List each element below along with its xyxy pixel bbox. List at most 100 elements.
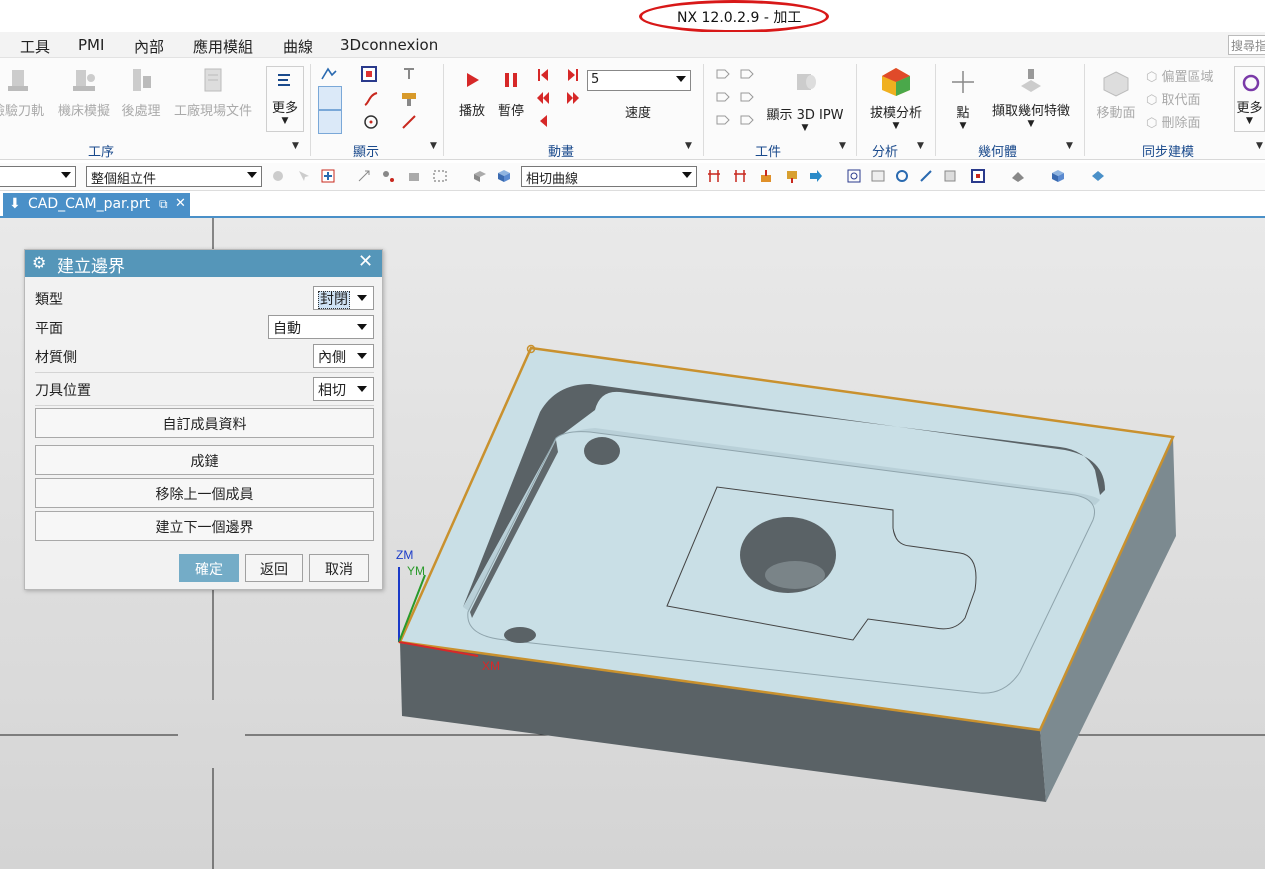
selection-scope-combo[interactable]: 整個組立件 xyxy=(86,166,262,187)
play-button[interactable]: 播放 xyxy=(455,70,489,119)
type-filter-combo[interactable] xyxy=(0,166,76,187)
show-3d-ipw-button[interactable]: 顯示 3D IPW ▼ xyxy=(762,68,848,133)
offset-region-button[interactable]: ⬡ 偏置區域 xyxy=(1146,66,1226,85)
plane-select[interactable]: 自動 xyxy=(268,315,374,339)
type-select[interactable]: 封閉 xyxy=(313,286,374,310)
menu-applications[interactable]: 應用模組 xyxy=(193,36,253,57)
hole-top xyxy=(584,437,620,465)
move-face-button[interactable]: 移動面 xyxy=(1092,68,1140,121)
snap-icon[interactable] xyxy=(270,168,286,184)
follow-fillet-icon[interactable] xyxy=(732,168,748,184)
replace-face-button[interactable]: ⬡ 取代面 xyxy=(1146,89,1226,108)
solid-icon[interactable] xyxy=(496,168,512,184)
display-tool-icon[interactable] xyxy=(400,65,418,83)
body-icon[interactable] xyxy=(472,168,488,184)
curve-rule-combo[interactable]: 相切曲線 xyxy=(521,166,697,187)
verify-toolpath-button[interactable]: 檢驗刀軌 xyxy=(0,66,46,119)
chevron-down-icon xyxy=(357,353,367,359)
speed-combo[interactable]: 5 xyxy=(587,70,691,91)
vector-icon[interactable] xyxy=(400,113,418,131)
tool-position-select[interactable]: 相切 xyxy=(313,377,374,401)
workpiece-icon-2[interactable] xyxy=(738,65,756,83)
chevron-down-icon[interactable]: ▼ xyxy=(917,141,924,151)
workpiece-icon-5[interactable] xyxy=(714,111,732,129)
menu-internal[interactable]: 內部 xyxy=(134,36,164,57)
remove-previous-member-button[interactable]: 移除上一個成員 xyxy=(35,478,374,508)
cancel-button[interactable]: 取消 xyxy=(309,554,369,582)
shop-docs-button[interactable]: 工廠現場文件 xyxy=(170,66,256,119)
zoom-window-icon[interactable] xyxy=(870,168,886,184)
chevron-down-icon[interactable]: ▼ xyxy=(430,141,437,151)
workpiece-icon-3[interactable] xyxy=(714,88,732,106)
add-select-icon[interactable] xyxy=(320,168,336,184)
extract-geometry-button[interactable]: 擷取幾何特徵 ▼ xyxy=(985,66,1077,129)
zoom-fit-icon[interactable] xyxy=(846,168,862,184)
create-next-boundary-button[interactable]: 建立下一個邊界 xyxy=(35,511,374,541)
title-bar: NX 12.0.2.9 - 加工 xyxy=(0,0,1265,33)
chevron-down-icon[interactable]: ▼ xyxy=(292,141,299,151)
draft-analysis-button[interactable]: 拔模分析 ▼ xyxy=(866,66,926,131)
box-select-icon[interactable] xyxy=(432,168,448,184)
display-toggle-1[interactable] xyxy=(318,86,342,110)
display-toggle-2[interactable] xyxy=(318,110,342,134)
feature-curve-icon[interactable] xyxy=(758,168,774,184)
more-sync-button[interactable]: 更多 ▼ xyxy=(1234,66,1265,132)
snap-point-icon[interactable] xyxy=(380,168,396,184)
back-button[interactable]: 返回 xyxy=(245,554,303,582)
display-path-icon[interactable] xyxy=(320,65,338,83)
feature-icon[interactable] xyxy=(406,168,422,184)
ok-button[interactable]: 確定 xyxy=(179,554,239,582)
custom-member-data-button[interactable]: 自訂成員資料 xyxy=(35,408,374,438)
menu-tools[interactable]: 工具 xyxy=(20,36,50,57)
rotate-icon[interactable] xyxy=(894,168,910,184)
pan-icon[interactable] xyxy=(918,168,934,184)
detach-icon[interactable]: ⧉ xyxy=(159,197,168,212)
menu-pmi[interactable]: PMI xyxy=(78,36,104,54)
chain-icon[interactable] xyxy=(784,168,800,184)
chevron-down-icon[interactable]: ▼ xyxy=(1066,141,1073,151)
step-back-icon[interactable] xyxy=(534,66,552,84)
step-forward-icon[interactable] xyxy=(564,66,582,84)
arrow-right-icon[interactable] xyxy=(808,168,824,184)
chaining-button[interactable]: 成鏈 xyxy=(35,445,374,475)
chevron-down-icon[interactable]: ▼ xyxy=(1256,141,1263,151)
workpiece-icon-4[interactable] xyxy=(738,88,756,106)
close-icon[interactable]: ✕ xyxy=(175,196,186,211)
display-blank-icon[interactable] xyxy=(360,65,378,83)
curve-icon[interactable] xyxy=(362,90,380,108)
menu-3dconnexion[interactable]: 3Dconnexion xyxy=(340,36,438,54)
render-style-icon[interactable] xyxy=(1010,168,1026,184)
shaded-icon[interactable] xyxy=(1050,168,1066,184)
chevron-down-icon[interactable]: ▼ xyxy=(839,141,846,151)
chevron-down-icon[interactable]: ▼ xyxy=(685,141,692,151)
fast-forward-icon[interactable] xyxy=(564,89,582,107)
workpiece-icon-1[interactable] xyxy=(714,65,732,83)
type-value: 封閉 xyxy=(318,291,350,309)
circle-point-icon[interactable] xyxy=(362,113,380,131)
tool-holder-icon[interactable] xyxy=(400,90,418,108)
more-ops-button[interactable]: 更多 ▼ xyxy=(266,66,304,132)
machine-sim-button[interactable]: 機床模擬 xyxy=(55,66,113,119)
pause-button[interactable]: 暫停 xyxy=(494,70,528,119)
tab-cad-cam-part[interactable]: ⬇ CAD_CAM_par.prt ⧉ ✕ xyxy=(3,193,190,218)
postprocess-button[interactable]: 後處理 xyxy=(118,66,164,119)
material-side-select[interactable]: 內側 xyxy=(313,344,374,368)
rewind-icon[interactable] xyxy=(534,89,552,107)
perspective-icon[interactable] xyxy=(942,168,958,184)
back-icon[interactable] xyxy=(534,112,552,130)
workpiece-icon-6[interactable] xyxy=(738,111,756,129)
command-search-input[interactable]: 搜尋指 xyxy=(1228,35,1265,55)
select-icon[interactable] xyxy=(296,168,312,184)
orient-view-icon[interactable] xyxy=(970,168,986,184)
menu-curve[interactable]: 曲線 xyxy=(283,36,313,57)
dialog-title: 建立邊界 xyxy=(57,257,125,277)
stop-at-intersection-icon[interactable] xyxy=(706,168,722,184)
show-hide-icon[interactable] xyxy=(1090,168,1106,184)
transform-icon[interactable] xyxy=(356,168,372,184)
gear-icon[interactable]: ⚙ xyxy=(32,253,46,272)
point-button[interactable]: 點 ▼ xyxy=(948,68,978,131)
extract-geometry-icon xyxy=(1021,69,1041,92)
close-icon[interactable]: ✕ xyxy=(358,251,373,272)
dialog-header[interactable]: ⚙ 建立邊界 ✕ xyxy=(25,250,382,277)
delete-face-button[interactable]: ⬡ 刪除面 xyxy=(1146,112,1226,131)
